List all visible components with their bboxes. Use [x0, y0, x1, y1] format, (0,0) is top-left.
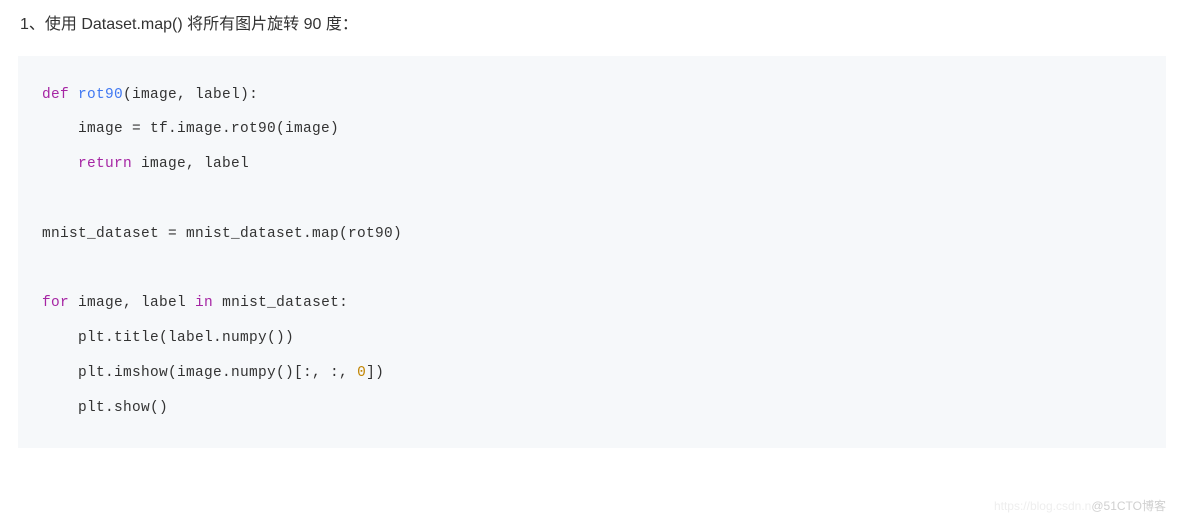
- code-text: ]): [366, 365, 384, 381]
- watermark-text: @51CTO博客: [1091, 499, 1166, 513]
- watermark: https://blog.csdn.n@51CTO博客: [994, 497, 1166, 514]
- keyword-return: return: [78, 156, 132, 172]
- code-line: image = tf.image.rot90(image): [42, 121, 339, 137]
- code-line: plt.title(label.numpy()): [42, 330, 294, 346]
- code-line: mnist_dataset = mnist_dataset.map(rot90): [42, 226, 402, 242]
- code-text: image, label: [69, 295, 195, 311]
- code-text: mnist_dataset:: [213, 295, 348, 311]
- keyword-in: in: [195, 295, 213, 311]
- watermark-faded: https://blog.csdn.n: [994, 499, 1091, 513]
- code-line: plt.show(): [42, 400, 168, 416]
- heading-text: 1、使用 Dataset.map() 将所有图片旋转 90 度：: [0, 0, 1184, 56]
- code-text: image, label: [132, 156, 249, 172]
- colon: :: [249, 87, 258, 103]
- code-text: plt.imshow(image.numpy()[:, :,: [42, 365, 357, 381]
- keyword-for: for: [42, 295, 69, 311]
- number-literal: 0: [357, 365, 366, 381]
- function-name: rot90: [78, 87, 123, 103]
- keyword-def: def: [42, 87, 69, 103]
- code-block: def rot90(image, label): image = tf.imag…: [18, 56, 1166, 448]
- function-args: (image, label): [123, 87, 249, 103]
